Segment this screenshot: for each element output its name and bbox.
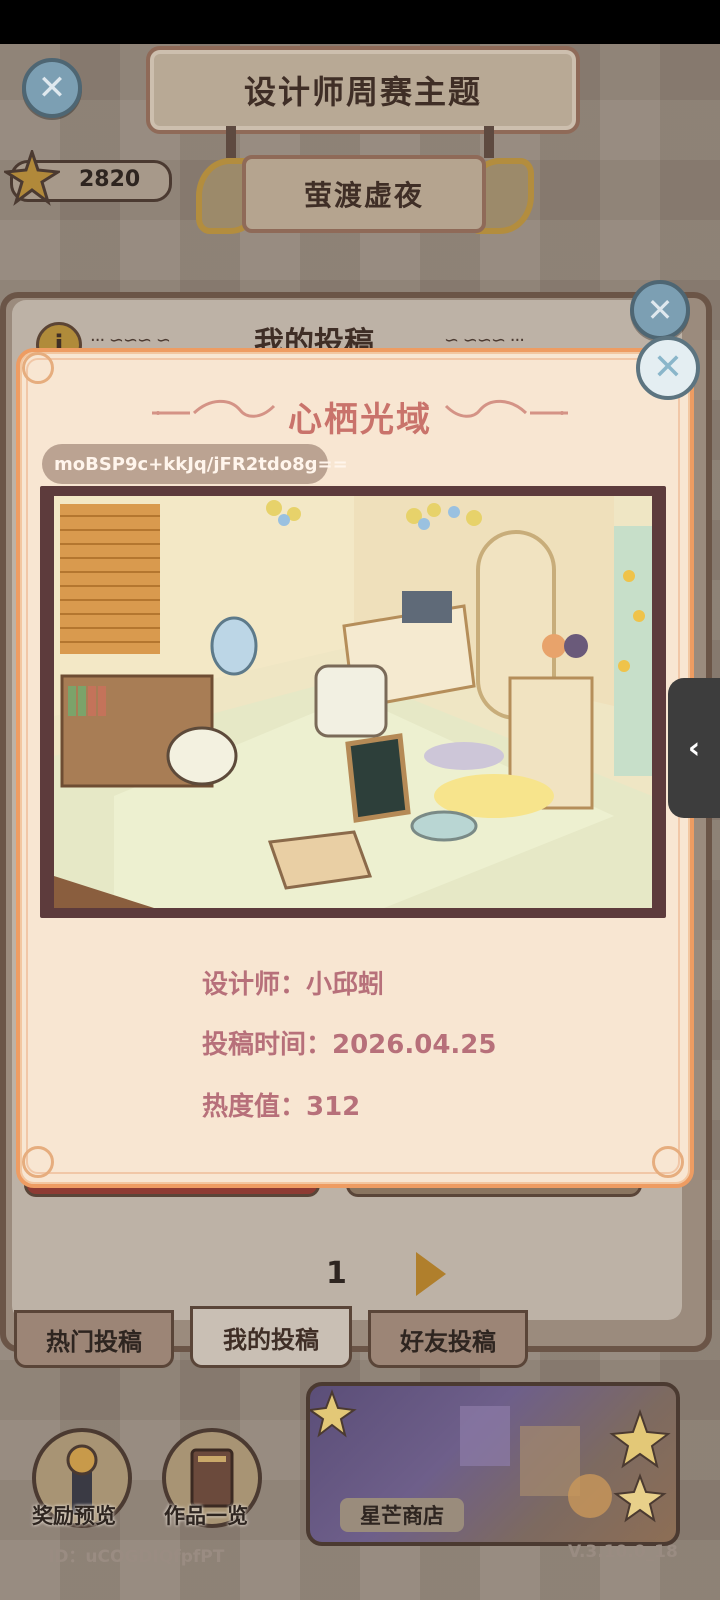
- submit-time-text: 投稿时间：2026.04.25: [202, 1030, 497, 1060]
- rope-right: [484, 126, 494, 158]
- tab-hot-submissions[interactable]: 热门投稿: [14, 1310, 174, 1368]
- tab-friend-submissions[interactable]: 好友投稿: [368, 1310, 528, 1368]
- designer-text: 设计师：小邱蚓: [202, 970, 385, 1000]
- corner-ornament: [22, 1146, 54, 1178]
- design-code-text: moBSP9c+kkJq/jFR2tdo8g==: [54, 453, 348, 475]
- user-id: ID：uCOGDIQfpfPT: [48, 1547, 225, 1567]
- close-icon: ✕: [37, 68, 67, 108]
- star-icon: [4, 150, 60, 206]
- shop-label: 星芒商店: [340, 1498, 464, 1532]
- room-design-image[interactable]: [54, 496, 652, 908]
- tab-my-submissions[interactable]: 我的投稿: [190, 1306, 352, 1368]
- theme-title: 设计师周赛主题: [243, 73, 482, 111]
- close-icon: ✕: [646, 291, 674, 329]
- page-number: 1: [326, 1256, 347, 1291]
- reward-preview-label: 奖励预览: [32, 1504, 116, 1528]
- back-close-button[interactable]: ✕: [22, 58, 82, 118]
- corner-ornament: [652, 1146, 684, 1178]
- dialog-close-button[interactable]: ✕: [636, 336, 700, 400]
- side-drawer-handle[interactable]: ‹: [668, 678, 720, 818]
- works-list-label: 作品一览: [164, 1504, 248, 1528]
- next-page-arrow-icon[interactable]: [416, 1252, 446, 1296]
- theme-name-board: 萤渡虚夜: [242, 155, 486, 233]
- design-title: 心栖光域: [288, 400, 432, 440]
- theme-title-board: 设计师周赛主题: [146, 46, 580, 134]
- close-icon: ✕: [652, 347, 684, 388]
- star-count: 2820: [79, 167, 141, 192]
- design-code[interactable]: moBSP9c+kkJq/jFR2tdo8g==: [42, 444, 348, 484]
- version-text: V.3.10.0_18: [568, 1542, 678, 1562]
- rope-left: [226, 126, 236, 158]
- corner-ornament: [22, 352, 54, 384]
- chevron-left-icon: ‹: [687, 730, 701, 766]
- status-bar: [0, 0, 720, 44]
- heat-value-text: 热度值：312: [202, 1092, 361, 1122]
- panel-close-button[interactable]: ✕: [630, 280, 690, 340]
- room-illustration: [54, 496, 652, 908]
- theme-name: 萤渡虚夜: [303, 179, 424, 212]
